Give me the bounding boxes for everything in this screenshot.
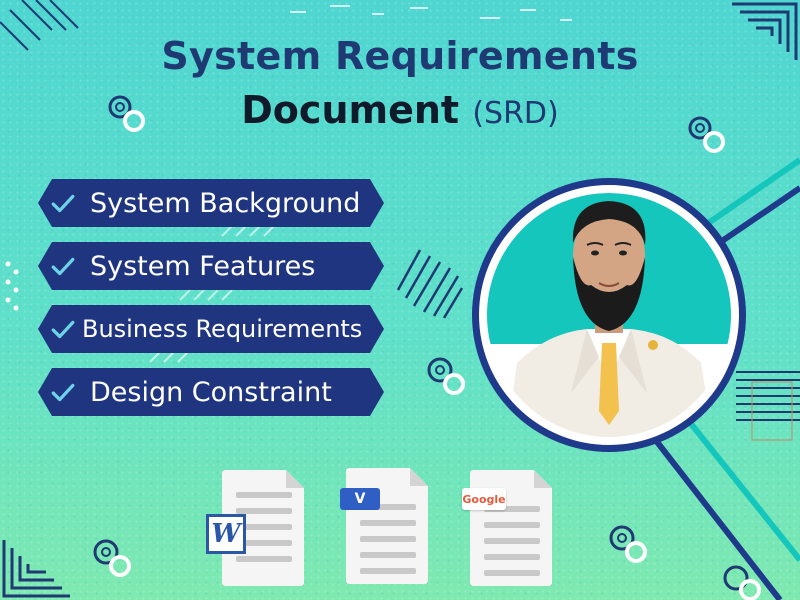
title-document-word: Document xyxy=(241,88,460,132)
word-logo-icon: W xyxy=(206,514,246,554)
profile-photo xyxy=(487,193,731,437)
page-title-line1: System Requirements xyxy=(161,34,639,78)
feature-label: System Features xyxy=(90,250,316,282)
horizontal-lines-right xyxy=(736,371,800,421)
feature-pill-design-constraint: Design Constraint xyxy=(38,368,384,416)
ring-pair-bottom-left xyxy=(93,539,131,577)
feature-label: Design Constraint xyxy=(90,376,332,408)
feature-label: System Background xyxy=(90,187,361,219)
ring-pair-bottom-right xyxy=(609,525,647,563)
page-title-line2: Document (SRD) xyxy=(0,88,800,132)
ring-pair-corner xyxy=(723,565,761,600)
google-logo-icon: Google xyxy=(462,488,506,510)
check-icon xyxy=(50,253,76,279)
corner-lines-bottom-left xyxy=(2,540,70,598)
feature-pill-business-requirements: Business Requirements xyxy=(38,305,384,353)
visio-document-icon xyxy=(346,468,428,584)
profile-photo-frame xyxy=(472,178,746,452)
feature-label: Business Requirements xyxy=(82,315,363,343)
slash-lines-middle xyxy=(396,249,464,319)
feature-pill-system-features: System Features xyxy=(38,242,384,290)
check-icon xyxy=(50,379,76,405)
feature-pill-system-background: System Background xyxy=(38,179,384,227)
ring-pair-middle xyxy=(427,357,465,395)
dash-marks-top xyxy=(290,5,572,21)
check-icon xyxy=(50,190,76,216)
portrait-illustration xyxy=(507,201,713,437)
promo-banner: System Requirements Document (SRD) Syste… xyxy=(0,0,800,600)
dot-pattern-left xyxy=(5,261,19,311)
visio-logo-icon: V xyxy=(340,488,380,510)
check-icon xyxy=(50,316,76,342)
title-abbreviation: (SRD) xyxy=(472,96,559,131)
